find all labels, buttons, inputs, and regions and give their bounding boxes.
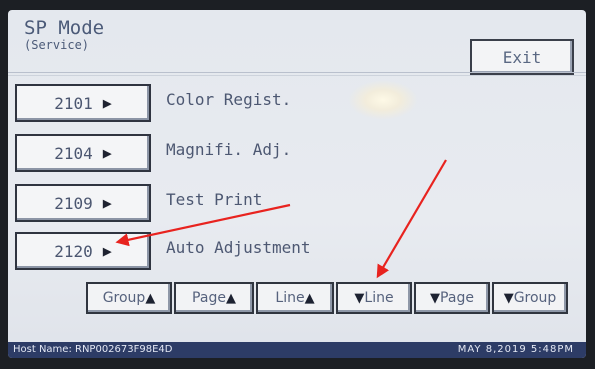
annotation-arrow-to-line-down	[376, 159, 447, 279]
annotation-arrows	[115, 159, 447, 279]
annotation-arrow-to-2120	[115, 203, 291, 247]
